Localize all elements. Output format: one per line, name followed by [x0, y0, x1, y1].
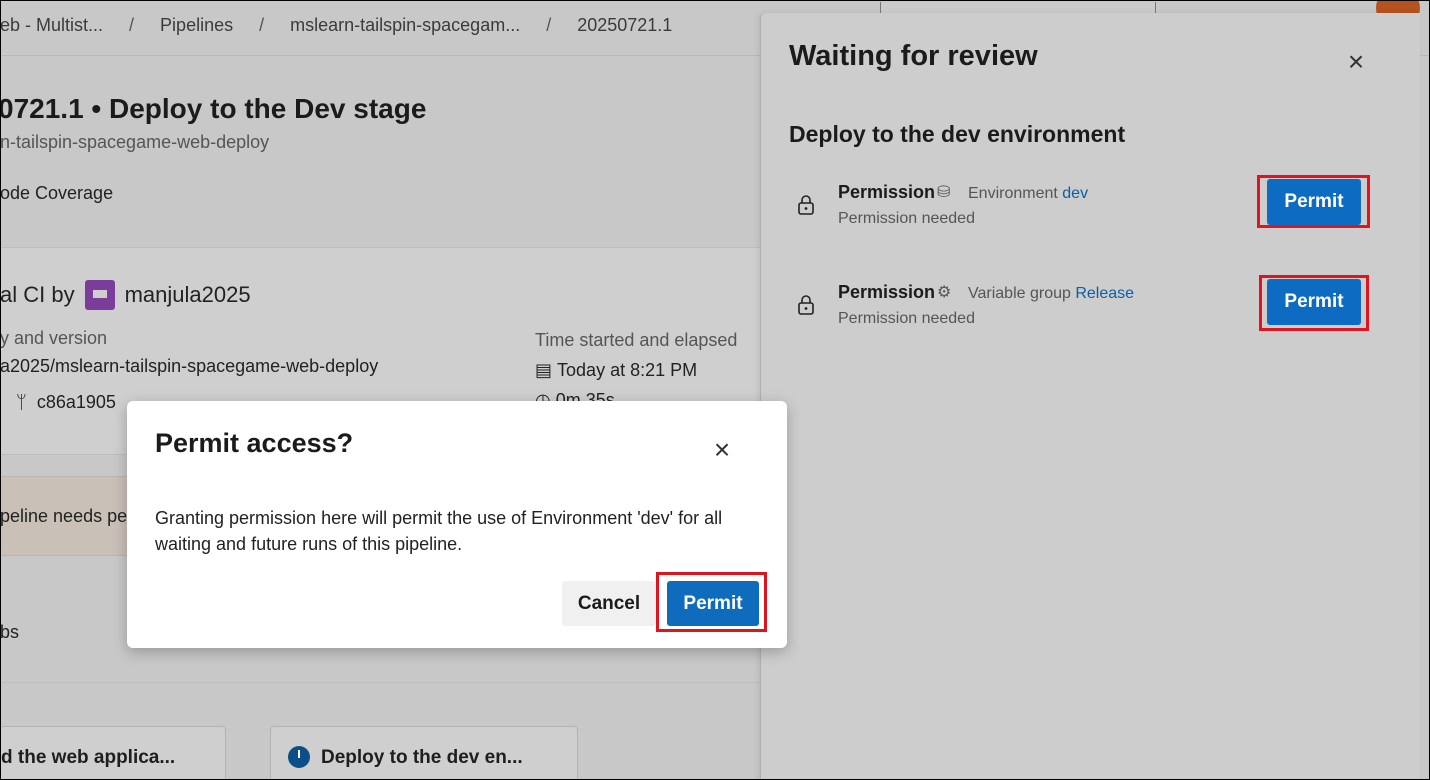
permission-item-environment: Permission ⛁ Environment dev Permission … [761, 179, 1421, 239]
panel-subtitle: Deploy to the dev environment [789, 121, 1126, 147]
cancel-button[interactable]: Cancel [562, 581, 656, 626]
repo-value[interactable]: a2025/mslearn-tailspin-spacegame-web-dep… [0, 356, 378, 377]
permit-button-variable-group[interactable]: Permit [1267, 279, 1361, 325]
review-panel: Waiting for review × Deploy to the dev e… [760, 13, 1420, 780]
resource-type: Environment [968, 185, 1058, 202]
lock-icon [798, 195, 814, 215]
close-icon[interactable]: × [1343, 48, 1369, 76]
commit-info: ᛘ c86a1905 [16, 392, 116, 413]
page-title: 0721.1 • Deploy to the Dev stage [0, 93, 427, 124]
user-avatar-icon [84, 280, 115, 310]
stage-build-label: d the web applica... [1, 747, 176, 768]
trigger-prefix: al CI by [0, 282, 75, 307]
resource-info: Variable group Release [968, 285, 1134, 303]
permission-title: Permission [838, 182, 936, 202]
breadcrumb-separator: / [129, 15, 135, 35]
permission-title: Permission [838, 282, 936, 302]
environment-icon: ⛁ [937, 184, 951, 201]
repo-label: y and version [0, 328, 108, 348]
breadcrumb-separator: / [546, 15, 552, 35]
repo-name: n-tailspin-spacegame-web-deploy [0, 132, 270, 152]
breadcrumb-pipelines[interactable]: Pipelines [160, 15, 233, 36]
time-started: ▤ Today at 8:21 PM [535, 360, 697, 381]
permit-button[interactable]: Permit [667, 581, 759, 626]
breadcrumb-pipeline-name[interactable]: mslearn-tailspin-spacegam... [290, 15, 520, 36]
permission-status: Permission needed [838, 310, 975, 327]
breadcrumb-run[interactable]: 20250721.1 [577, 15, 672, 36]
time-label: Time started and elapsed [535, 330, 738, 350]
time-started-value: Today at 8:21 PM [557, 360, 698, 380]
permission-status: Permission needed [838, 210, 975, 227]
calendar-icon: ▤ [535, 360, 553, 380]
commit-icon: ᛘ [16, 392, 27, 412]
close-icon[interactable]: × [709, 436, 735, 464]
resource-info: Environment dev [968, 185, 1088, 203]
commit-hash[interactable]: c86a1905 [37, 392, 116, 412]
stage-deploy-dev[interactable]: Deploy to the dev en... [270, 726, 578, 780]
breadcrumb-project[interactable]: eb - Multist... [0, 15, 103, 36]
resource-type: Variable group [968, 285, 1071, 302]
banner-text: peline needs pe [0, 506, 128, 526]
dialog-title: Permit access? [155, 428, 354, 458]
tab-code-coverage[interactable]: ode Coverage [0, 183, 113, 204]
stage-build[interactable]: d the web applica... [0, 726, 226, 780]
permission-item-variable-group: Permission ⚙ Variable group Release Perm… [761, 279, 1421, 339]
dialog-message: Granting permission here will permit the… [155, 508, 723, 554]
trigger-user: manjula2025 [124, 282, 251, 307]
waiting-clock-icon [288, 746, 310, 768]
jobs-label: bs [0, 622, 20, 642]
permit-access-dialog: Permit access? × Granting permission her… [127, 401, 787, 648]
breadcrumb: eb - Multist... / Pipelines / mslearn-ta… [0, 15, 672, 36]
lock-icon [798, 295, 814, 315]
variable-group-icon: ⚙ [937, 284, 952, 301]
resource-link-dev[interactable]: dev [1062, 185, 1088, 202]
breadcrumb-separator: / [259, 15, 265, 35]
permit-button-environment[interactable]: Permit [1267, 179, 1361, 225]
stage-deploy-label: Deploy to the dev en... [321, 747, 523, 768]
panel-title: Waiting for review [789, 40, 1038, 72]
trigger-info: al CI by manjula2025 [0, 280, 251, 310]
resource-link-release[interactable]: Release [1075, 285, 1134, 302]
